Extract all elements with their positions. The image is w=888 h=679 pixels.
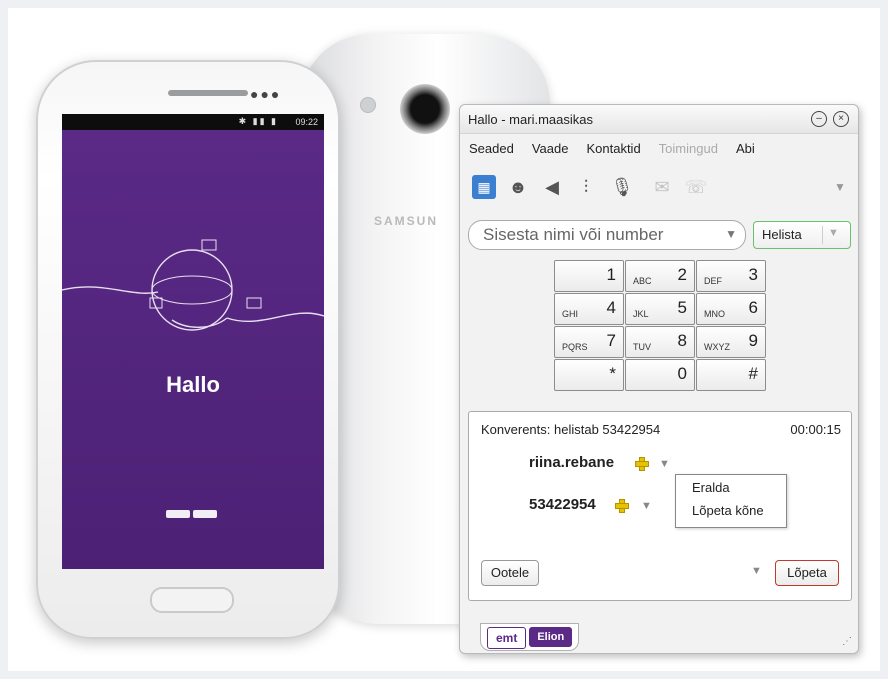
dialpad-key-4[interactable]: GHI 4 — [554, 293, 624, 325]
key-letters: TUV — [633, 342, 651, 352]
close-icon[interactable]: × — [833, 111, 849, 127]
phone-speaker — [168, 90, 248, 96]
mail-icon[interactable]: ✉ — [650, 175, 674, 199]
toolbar: ▦ ☻ ◀ ⫶ 🎙 ✉ ☏ ▼ — [470, 175, 850, 201]
dialpad-key-6[interactable]: MNO 6 — [696, 293, 766, 325]
key-digit: 1 — [606, 265, 616, 284]
key-letters: DEF — [704, 276, 722, 286]
phone-sensors: ●●● — [250, 86, 282, 102]
globe-illustration-icon — [62, 239, 324, 331]
dialpad-key-hash[interactable]: # — [696, 359, 766, 391]
key-letters: WXYZ — [704, 342, 730, 352]
hallo-window: Hallo - mari.maasikas – × Seaded Vaade K… — [459, 104, 859, 654]
dialpad-key-5[interactable]: JKL 5 — [625, 293, 695, 325]
mixer-icon[interactable]: ⫶ — [574, 175, 598, 199]
search-field[interactable]: ▼ — [468, 220, 746, 250]
end-chevron-down-icon[interactable]: ▼ — [751, 565, 762, 577]
call-button-separator — [822, 226, 823, 244]
key-digit: 7 — [606, 331, 616, 350]
phone-camera — [400, 84, 450, 134]
participant-name: riina.rebane — [529, 454, 615, 471]
key-letters: ABC — [633, 276, 652, 286]
dialpad-key-1[interactable]: 1 — [554, 260, 624, 292]
splash-screen: Hallo — [62, 130, 324, 569]
dialpad-key-9[interactable]: WXYZ 9 — [696, 326, 766, 358]
participant-chevron-down-icon[interactable]: ▼ — [641, 500, 652, 512]
key-digit: * — [609, 364, 616, 383]
menu-item-end-call[interactable]: Lõpeta kõne — [692, 503, 764, 518]
menu-toimingud[interactable]: Toimingud — [650, 135, 727, 161]
active-call-panel: Konverents: helistab 53422954 00:00:15 r… — [468, 411, 852, 601]
brand-elion: Elion — [529, 627, 573, 647]
status-icons: ✱ ▮▮ ▮ — [238, 116, 278, 126]
key-digit: 3 — [748, 265, 758, 284]
phone-screen: ✱ ▮▮ ▮ 09:22 Hallo — [62, 114, 324, 569]
phone-home-button — [150, 587, 234, 613]
key-letters: PQRS — [562, 342, 588, 352]
participant-chevron-down-icon[interactable]: ▼ — [659, 458, 670, 470]
splash-app-name: Hallo — [166, 372, 220, 397]
search-chevron-down-icon[interactable]: ▼ — [725, 227, 737, 241]
phone-back-logo: SAMSUN — [374, 214, 439, 228]
key-letters: MNO — [704, 309, 725, 319]
resize-grip-icon[interactable]: ⋰ — [842, 636, 852, 647]
splash-brand-logos — [166, 510, 217, 518]
menu-kontaktid[interactable]: Kontaktid — [577, 135, 649, 161]
key-digit: # — [748, 364, 758, 383]
key-digit: 6 — [748, 298, 758, 317]
call-button[interactable]: Helista ▼ — [753, 221, 851, 249]
key-digit: 8 — [677, 331, 687, 350]
dialpad-key-0[interactable]: 0 — [625, 359, 695, 391]
key-letters: JKL — [633, 309, 649, 319]
menu-bar: Seaded Vaade Kontaktid Toimingud Abi — [460, 135, 858, 161]
add-participant-icon[interactable] — [615, 499, 629, 513]
microphone-icon[interactable]: 🎙 — [610, 175, 634, 199]
key-digit: 9 — [748, 331, 758, 350]
end-call-button[interactable]: Lõpeta — [775, 560, 839, 586]
menu-item-separate[interactable]: Eralda — [692, 480, 730, 495]
key-digit: 5 — [677, 298, 687, 317]
speaker-icon[interactable]: ◀ — [540, 175, 564, 199]
brand-tabs: emt Elion — [480, 623, 580, 651]
brand-emt: emt — [487, 627, 527, 649]
window-titlebar[interactable]: Hallo - mari.maasikas – × — [460, 105, 858, 134]
call-button-label: Helista — [762, 227, 802, 242]
key-digit: 0 — [677, 364, 687, 383]
dialpad-key-7[interactable]: PQRS 7 — [554, 326, 624, 358]
participant-name: 53422954 — [529, 496, 596, 513]
call-status: Konverents: helistab 53422954 — [481, 422, 661, 437]
call-timer: 00:00:15 — [790, 422, 841, 437]
dialpad-icon[interactable]: ▦ — [472, 175, 496, 199]
key-digit: 2 — [677, 265, 687, 284]
dialpad-key-8[interactable]: TUV 8 — [625, 326, 695, 358]
phone-front-image: ●●● ✱ ▮▮ ▮ 09:22 Hallo — [36, 60, 340, 639]
dialpad-key-3[interactable]: DEF 3 — [696, 260, 766, 292]
contacts-icon[interactable]: ☻ — [506, 175, 530, 199]
key-digit: 4 — [606, 298, 616, 317]
participant-context-menu: Eralda Lõpeta kõne — [675, 474, 787, 528]
menu-vaade[interactable]: Vaade — [523, 135, 578, 161]
toolbar-chevron-down-icon[interactable]: ▼ — [834, 180, 846, 194]
call-chevron-down-icon[interactable]: ▼ — [828, 227, 839, 239]
window-title: Hallo - mari.maasikas — [468, 112, 593, 127]
menu-seaded[interactable]: Seaded — [460, 135, 523, 161]
menu-abi[interactable]: Abi — [727, 135, 764, 161]
call-forward-icon[interactable]: ☏ — [684, 175, 708, 199]
minimize-icon[interactable]: – — [811, 111, 827, 127]
hold-button[interactable]: Ootele — [481, 560, 539, 586]
key-letters: GHI — [562, 309, 579, 319]
add-participant-icon[interactable] — [635, 457, 649, 471]
status-time: 09:22 — [295, 117, 318, 127]
search-input[interactable] — [481, 224, 715, 246]
phone-status-bar: ✱ ▮▮ ▮ 09:22 — [62, 114, 324, 130]
dialpad-key-2[interactable]: ABC 2 — [625, 260, 695, 292]
dialpad-key-star[interactable]: * — [554, 359, 624, 391]
phone-flash — [360, 97, 376, 113]
